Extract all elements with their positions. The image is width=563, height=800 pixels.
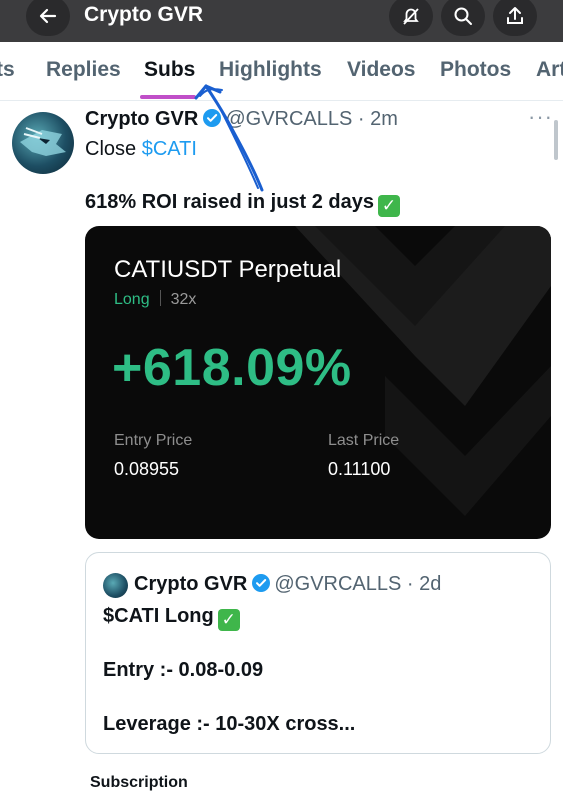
top-app-bar: Crypto GVR [0,0,563,42]
verified-badge-icon [251,573,271,599]
tab-subs[interactable]: Subs [144,58,195,82]
share-button[interactable] [493,0,537,36]
tab-posts[interactable]: ts [0,58,15,82]
quoted-line-3: Leverage :- 10-30X cross... [103,713,356,735]
avatar[interactable] [12,112,74,174]
tab-replies[interactable]: Replies [46,58,121,82]
quoted-line-2: Entry :- 0.08-0.09 [103,659,264,681]
wolf-logo-icon [20,127,66,156]
separator-dot: · [401,573,420,595]
leverage-value: 32x [170,291,197,308]
tweet-text-line-1: Close $CATI [85,138,197,161]
position-info: Long 32x [114,290,196,309]
back-button[interactable] [26,0,70,36]
profile-title: Crypto GVR [84,3,204,26]
tweet-time: 2m [370,108,398,130]
pair-title: CATIUSDT Perpetual [114,256,342,283]
author-handle: @GVRCALLS [225,108,353,130]
quoted-author-handle: @GVRCALLS [274,573,402,595]
last-price-value: 0.11100 [328,459,391,479]
arrow-left-icon [39,8,57,24]
quoted-avatar [103,573,128,598]
notifications-off-icon [403,8,419,25]
tweet-author[interactable]: Crypto GVR @GVRCALLS · 2m [85,108,398,134]
author-name: Crypto GVR [85,108,199,130]
separator-dot: · [352,108,371,130]
search-button[interactable] [441,0,485,36]
last-price-label: Last Price [328,432,400,449]
close-text: Close [85,138,142,160]
subscription-label: Subscription [90,774,188,791]
search-icon [454,7,472,25]
entry-price-label: Entry Price [114,432,193,449]
profile-tabs: ts Replies Subs Highlights Videos Photos… [0,42,563,101]
roi-percentage: +618.09% [112,339,352,397]
quoted-author-name: Crypto GVR [134,573,248,595]
cashtag-link[interactable]: $CATI [142,138,197,160]
more-options-icon[interactable]: ··· [528,104,553,130]
position-side: Long [114,291,150,308]
pnl-card-image[interactable]: CATIUSDT Perpetual Long 32x +618.09% Entr… [85,226,551,539]
tab-photos[interactable]: Photos [440,58,511,82]
tab-articles[interactable]: Art [536,58,563,82]
scrollbar[interactable] [554,120,558,160]
active-tab-indicator [140,95,196,99]
notifications-button[interactable] [389,0,433,36]
quoted-tweet[interactable]: Crypto GVR @GVRCALLS · 2d $CATI Long ✓ Ent… [85,552,551,754]
share-icon [507,7,523,24]
quoted-author: Crypto GVR @GVRCALLS · 2d [134,573,441,599]
tab-highlights[interactable]: Highlights [219,58,322,82]
roi-text: 618% ROI raised in just 2 days [85,191,375,213]
quoted-tweet-time: 2d [419,573,442,595]
verified-badge-icon [202,108,222,134]
divider [159,290,161,306]
quoted-cashtag-text: $CATI Long [103,605,214,627]
quoted-line-1: $CATI Long ✓ [103,605,240,631]
check-mark-icon: ✓ [217,609,240,631]
tweet-text-line-2: 618% ROI raised in just 2 days ✓ [85,191,401,217]
tab-videos[interactable]: Videos [347,58,415,82]
entry-price-value: 0.08955 [114,459,180,479]
check-mark-icon: ✓ [378,195,401,217]
